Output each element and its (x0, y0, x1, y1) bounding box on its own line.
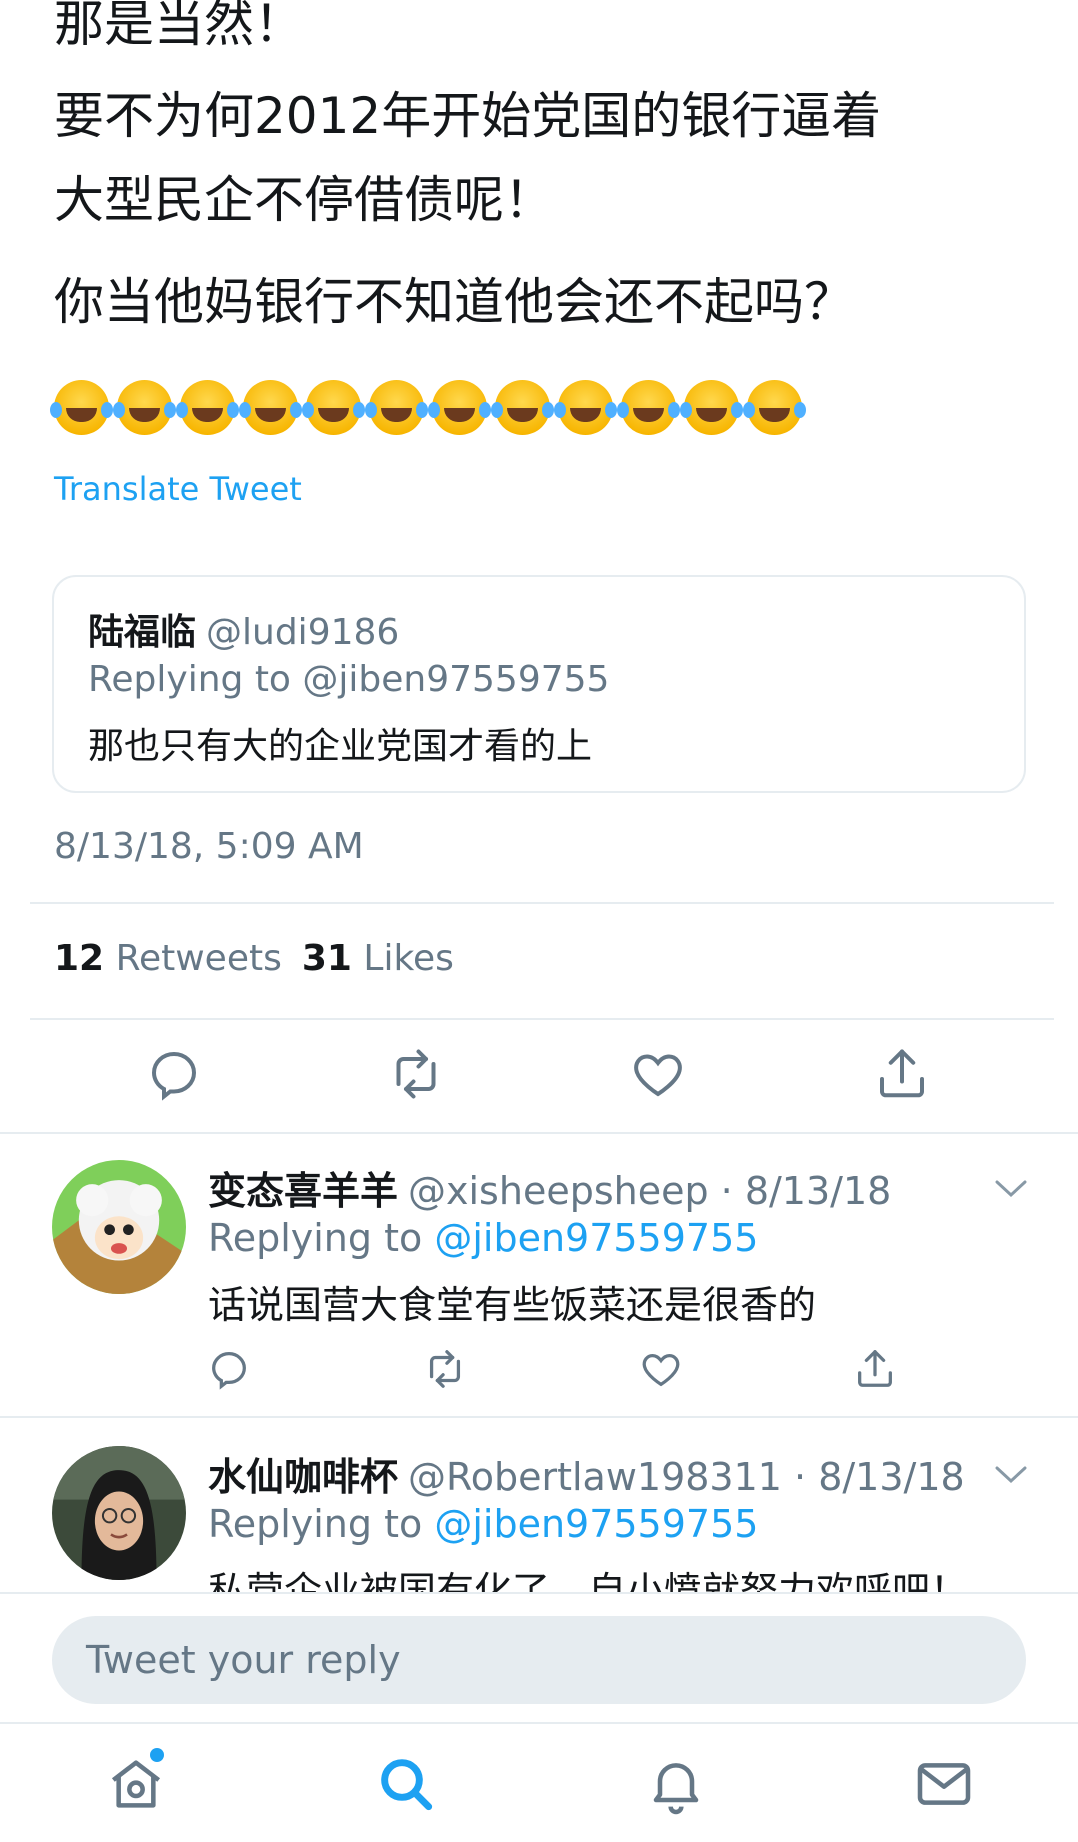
search-icon[interactable] (374, 1752, 438, 1816)
retweets-count: 12 (54, 938, 105, 979)
tweet-line: 要不为何2012年开始党国的银行逼着 (54, 87, 882, 145)
quoted-tweet-card[interactable]: 陆福临 @ludi9186 Replying to @jiben97559755 … (52, 575, 1026, 793)
divider (30, 902, 1054, 904)
quoted-text: 那也只有大的企业党国才看的上 (88, 726, 593, 767)
mail-icon[interactable] (912, 1752, 976, 1816)
reply-header: 变态喜羊羊 @xisheepsheep · 8/13/18 (208, 1160, 891, 1215)
reply-header: 水仙咖啡杯 @Robertlaw198311 · 8/13/18 (208, 1446, 965, 1501)
reply-meta: @Robertlaw198311 · 8/13/18 (408, 1455, 965, 1499)
mention-link[interactable]: @jiben97559755 (434, 1216, 758, 1260)
avatar[interactable] (52, 1446, 186, 1580)
tears-of-joy-emoji-icon (50, 380, 109, 435)
reply-author-name[interactable]: 变态喜羊羊 (208, 1169, 398, 1213)
replying-to-label: Replying to (208, 1216, 423, 1260)
share-icon[interactable] (872, 1044, 932, 1104)
quoted-replying-to: Replying to @jiben97559755 (88, 659, 610, 700)
reply-icon[interactable] (144, 1044, 204, 1104)
tears-of-joy-emoji-icon (491, 380, 550, 435)
quoted-author-handle: @ludi9186 (206, 612, 400, 653)
chevron-down-icon[interactable] (994, 1178, 1028, 1200)
translate-tweet-link[interactable]: Translate Tweet (54, 470, 302, 508)
tears-of-joy-emoji-icon (617, 380, 676, 435)
mention-link[interactable]: @jiben97559755 (434, 1502, 758, 1546)
divider (30, 1018, 1054, 1020)
retweets-stat[interactable]: 12 Retweets (54, 938, 282, 979)
bottom-tab-bar (0, 1722, 1078, 1842)
reply-replying-to: Replying to @jiben97559755 (208, 1216, 758, 1260)
reply-composer: Tweet your reply (0, 1592, 1078, 1722)
retweet-icon[interactable] (386, 1044, 446, 1104)
tears-of-joy-emoji-icon (365, 380, 424, 435)
quoted-author: 陆福临 @ludi9186 (88, 603, 399, 655)
avatar[interactable] (52, 1160, 186, 1294)
bell-icon[interactable] (644, 1752, 708, 1816)
reply-input[interactable]: Tweet your reply (52, 1616, 1026, 1704)
quoted-author-name: 陆福临 (88, 612, 197, 653)
tweet-actions (0, 1044, 1078, 1124)
tears-of-joy-emoji-icon (113, 380, 172, 435)
reply-icon[interactable] (206, 1346, 252, 1392)
replying-to-label: Replying to (208, 1502, 423, 1546)
tweet-line: 你当他妈银行不知道他会还不起吗？ (54, 273, 854, 331)
tweet-stats: 12 Retweets 31 Likes (54, 938, 454, 979)
laughing-emoji-row (50, 380, 802, 440)
reply-actions (0, 1346, 1078, 1396)
tears-of-joy-emoji-icon (176, 380, 235, 435)
tears-of-joy-emoji-icon (428, 380, 487, 435)
chevron-down-icon[interactable] (994, 1464, 1028, 1486)
likes-stat[interactable]: 31 Likes (302, 938, 454, 979)
retweet-icon[interactable] (422, 1346, 468, 1392)
divider (0, 1132, 1078, 1134)
share-icon[interactable] (852, 1346, 898, 1392)
reply-text: 话说国营大食堂有些饭菜还是很香的 (208, 1283, 817, 1327)
tears-of-joy-emoji-icon (680, 380, 739, 435)
reply-author-name[interactable]: 水仙咖啡杯 (208, 1455, 398, 1499)
tears-of-joy-emoji-icon (554, 380, 613, 435)
heart-icon[interactable] (638, 1346, 684, 1392)
reply-meta: @xisheepsheep · 8/13/18 (408, 1169, 892, 1213)
likes-label: Likes (363, 938, 454, 979)
tweet-text: 那是当然！ 要不为何2012年开始党国的银行逼着 大型民企不停借债呢！ 你当他妈… (54, 0, 1038, 348)
heart-icon[interactable] (628, 1044, 688, 1104)
tweet-timestamp: 8/13/18, 5:09 AM (54, 826, 364, 867)
tears-of-joy-emoji-icon (743, 380, 802, 435)
tears-of-joy-emoji-icon (302, 380, 361, 435)
tweet-line: 大型民企不停借债呢！ (54, 171, 554, 229)
likes-count: 31 (301, 938, 352, 979)
reply-replying-to: Replying to @jiben97559755 (208, 1502, 758, 1546)
tweet-line: 那是当然！ (54, 0, 304, 53)
divider (0, 1416, 1078, 1418)
tears-of-joy-emoji-icon (239, 380, 298, 435)
notification-dot (150, 1748, 164, 1762)
retweets-label: Retweets (115, 938, 282, 979)
